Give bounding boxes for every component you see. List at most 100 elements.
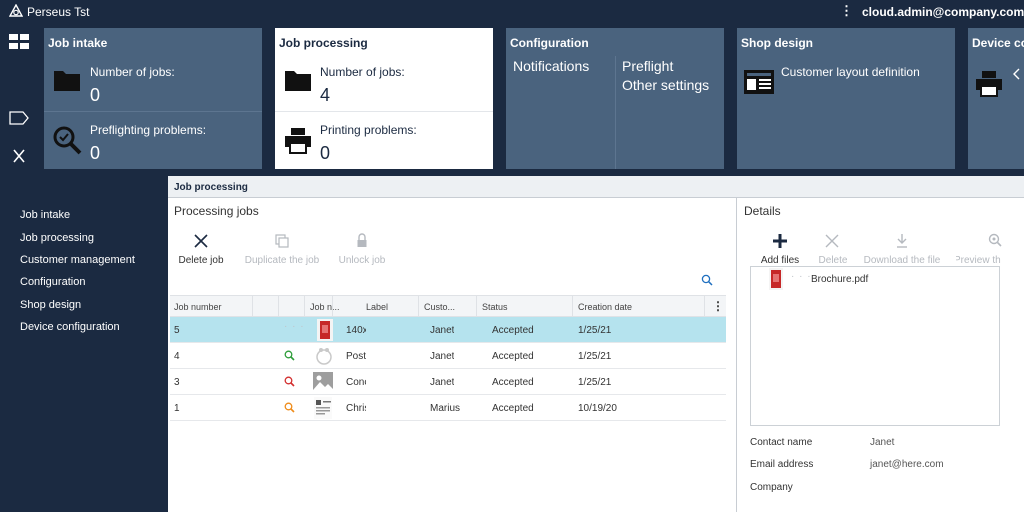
- download-icon: [897, 234, 907, 248]
- app-logo-icon: [9, 4, 23, 17]
- close-icon: [825, 234, 839, 248]
- unlock-job-label: Unlock job: [338, 255, 386, 266]
- job-number-cell: 1: [174, 403, 180, 414]
- nav-item-shop-design[interactable]: Shop design: [20, 299, 81, 311]
- file-name: Brochure.pdf: [811, 274, 869, 285]
- file-list-item[interactable]: · · · Brochure.pdf: [751, 267, 999, 291]
- nav-item-device-configuration[interactable]: Device configuration: [20, 321, 120, 333]
- table-row[interactable]: 5 · · · 140x Janet Accepted 1/25/21: [170, 317, 726, 343]
- main-header: Job processing: [168, 176, 1024, 198]
- app-title: Perseus Tst: [27, 5, 90, 19]
- printing-problems-label: Printing problems:: [320, 123, 417, 137]
- column-job-name[interactable]: Job n...: [310, 302, 340, 312]
- duplicate-job-button[interactable]: Duplicate the job: [242, 231, 322, 267]
- table-row[interactable]: 4 Post Janet Accepted 1/25/21: [170, 343, 726, 369]
- customer-cell: Janet: [430, 325, 455, 336]
- main-panel: Job processing Processing jobs Delete jo…: [168, 176, 1024, 512]
- more-options-icon[interactable]: ⋮: [840, 3, 853, 19]
- config-preflight-link[interactable]: Preflight: [622, 57, 673, 76]
- job-number-cell: 5: [174, 325, 180, 336]
- status-cell: Accepted: [492, 403, 534, 414]
- nav-item-job-processing[interactable]: Job processing: [20, 232, 94, 244]
- contact-name-value: Janet: [870, 437, 895, 448]
- customer-cell: Marius: [430, 403, 461, 414]
- folder-icon: [54, 71, 80, 91]
- delete-file-label: Delete: [818, 255, 848, 266]
- table-row[interactable]: 1 Chris Marius Accepted 10/19/20: [170, 395, 726, 421]
- delete-job-button[interactable]: Delete job: [174, 231, 228, 267]
- download-file-button[interactable]: Download the file: [858, 231, 946, 267]
- table-row[interactable]: 3 Conc Janet Accepted 1/25/21: [170, 369, 726, 395]
- tile-title: Device co: [972, 36, 1024, 50]
- tile-title: Shop design: [741, 36, 813, 50]
- printing-problems-value: 0: [320, 143, 331, 163]
- image-placeholder-icon: [313, 372, 333, 392]
- column-customer[interactable]: Custo...: [424, 302, 458, 312]
- close-icon[interactable]: [8, 147, 30, 165]
- job-number-cell: 4: [174, 351, 180, 362]
- preview-file-label: Preview th: [956, 255, 1001, 266]
- status-cell: Accepted: [492, 351, 534, 362]
- tile-job-processing[interactable]: Job processing Number of jobs: 4 Printin…: [275, 28, 493, 169]
- dashboard-grid-icon[interactable]: [8, 33, 30, 51]
- drag-handle-icon[interactable]: · · ·: [791, 271, 812, 282]
- creation-date-cell: 1/25/21: [578, 351, 612, 362]
- user-account[interactable]: cloud.admin@company.com: [862, 5, 1024, 19]
- preflighting-problems-label: Preflighting problems:: [90, 123, 207, 137]
- add-files-label: Add files: [760, 255, 800, 266]
- file-list: · · · Brochure.pdf: [750, 266, 1000, 426]
- tile-device-configuration[interactable]: Device co: [968, 28, 1024, 169]
- delete-file-button[interactable]: Delete: [812, 231, 854, 267]
- tile-job-intake[interactable]: Job intake Number of jobs: 0 Preflightin…: [44, 28, 262, 169]
- label-tag-icon[interactable]: [8, 109, 30, 127]
- preflight-ok-icon: [284, 350, 295, 361]
- preview-file-button[interactable]: Preview th: [956, 231, 1006, 267]
- add-files-button[interactable]: Add files: [750, 231, 810, 267]
- customer-layout-definition-link[interactable]: Customer layout definition: [781, 65, 920, 79]
- side-navigation: Job intake Job processing Customer manag…: [0, 176, 168, 512]
- printer-icon: [976, 71, 1002, 97]
- column-label[interactable]: Label: [366, 302, 392, 312]
- email-address-label: Email address: [750, 459, 814, 470]
- title-bar: Perseus Tst ⋮ cloud.admin@company.com: [0, 0, 1024, 22]
- creation-date-cell: 10/19/20: [578, 403, 617, 414]
- column-creation-date[interactable]: Creation date: [578, 302, 658, 312]
- job-name-cell: 140x: [346, 325, 366, 336]
- customer-cell: Janet: [430, 377, 455, 388]
- column-status[interactable]: Status: [482, 302, 542, 312]
- number-of-jobs-label: Number of jobs:: [320, 65, 405, 79]
- config-notifications-link[interactable]: Notifications: [513, 57, 589, 76]
- customer-cell: Janet: [430, 351, 455, 362]
- nav-item-job-intake[interactable]: Job intake: [20, 209, 70, 221]
- column-options-icon[interactable]: ⋮: [712, 299, 724, 313]
- delete-job-label: Delete job: [178, 255, 224, 266]
- chevron-left-icon[interactable]: [1012, 68, 1022, 80]
- layout-newspaper-icon: [744, 70, 774, 94]
- status-cell: Accepted: [492, 377, 534, 388]
- unlock-job-button[interactable]: Unlock job: [334, 231, 390, 267]
- number-of-jobs-value: 4: [320, 85, 331, 105]
- nav-item-configuration[interactable]: Configuration: [20, 276, 85, 288]
- thumbnail-image: [314, 397, 332, 419]
- download-file-label: Download the file: [863, 255, 941, 266]
- processing-jobs-title: Processing jobs: [174, 204, 259, 218]
- nav-item-customer-management[interactable]: Customer management: [20, 254, 135, 266]
- preflighting-problems-value: 0: [90, 143, 101, 163]
- preflight-warning-icon: [284, 402, 295, 413]
- column-job-number[interactable]: Job number: [174, 302, 250, 312]
- contact-name-label: Contact name: [750, 437, 813, 448]
- preview-magnifier-icon: [988, 233, 1002, 247]
- close-icon: [194, 234, 208, 248]
- tile-shop-design[interactable]: Shop design Customer layout definition: [737, 28, 955, 169]
- creation-date-cell: 1/25/21: [578, 377, 612, 388]
- tile-configuration[interactable]: Configuration Notifications Preflight Ot…: [506, 28, 724, 169]
- config-other-settings-link[interactable]: Other settings: [622, 76, 709, 95]
- drag-handle-icon[interactable]: · · ·: [284, 321, 305, 332]
- details-title: Details: [744, 204, 781, 218]
- company-label: Company: [750, 482, 793, 493]
- number-of-jobs-value: 0: [90, 85, 101, 105]
- preflight-error-icon: [284, 376, 295, 387]
- creation-date-cell: 1/25/21: [578, 325, 612, 336]
- status-cell: Accepted: [492, 325, 534, 336]
- search-icon[interactable]: [701, 274, 713, 286]
